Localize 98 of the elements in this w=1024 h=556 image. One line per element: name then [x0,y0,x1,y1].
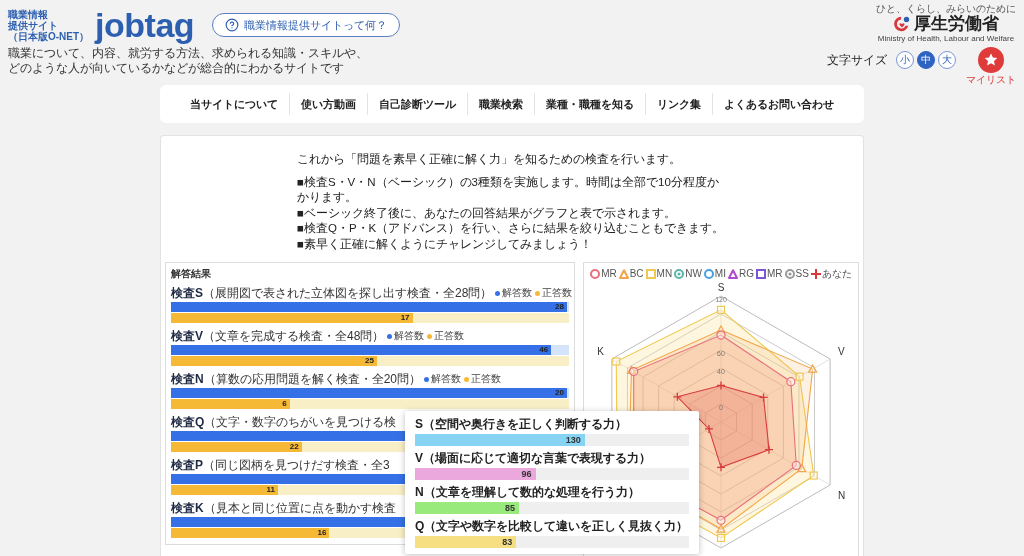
triangle-marker [796,463,807,473]
nav-link[interactable]: 自己診断ツール [368,97,467,111]
legend-label: 解答数 [394,330,425,342]
nav-link[interactable]: 業種・職種を知る [535,97,645,111]
circle-marker [716,515,726,525]
legend-label: 正答数 [471,373,502,385]
triangle-marker [715,523,727,533]
site-tagline: 職業について、内容、就労する方法、求められる知識・スキルや、 [8,46,369,61]
ability-label: V（場面に応じて適切な言葉で表現する力） [415,451,652,466]
bar-value: 25 [365,356,374,366]
emblem-icon [893,15,911,33]
axis-label: S [717,282,725,293]
plus-marker [704,424,714,434]
axis-label: V [838,346,845,357]
intro-note: ■素早く正確に解くようにチャレンジしてみましょう！ [297,236,593,252]
axis-label: N [838,490,846,501]
mylist-button[interactable]: マイリスト [966,47,1016,86]
square-marker [716,533,726,542]
nav-link[interactable]: 当サイトについて [179,97,289,111]
square-marker [809,471,818,480]
logo-caption: 提供サイト [8,19,59,31]
bar-value: 11 [266,485,275,495]
legend-label: 解答数 [431,373,462,385]
square-marker [716,305,726,314]
ability-value: 83 [502,536,513,548]
test-name: 検査N [171,372,204,386]
circle-marker [791,460,801,471]
test-name: 検査Q [171,415,205,429]
ability-value: 96 [521,468,532,480]
legend-label: RG [738,268,754,280]
test-name: 検査P [171,458,203,472]
test-description: （算数の応用問題を解く検査・全20問） [203,372,422,386]
plus-marker [716,380,726,391]
test-description: （見本と同じ位置に点を動かす検査 [203,501,396,515]
test-name: 検査K [171,501,204,515]
square-marker [612,357,621,366]
circle-marker [716,330,726,340]
font-size-option[interactable]: 小 [896,51,914,69]
ability-label: S（空間や奥行きを正しく判断する力） [415,417,628,432]
test-description: （文章を完成する検査・全48問） [203,329,385,343]
test-name: 検査V [171,329,203,343]
ministry-name: 厚生労働省 [914,14,999,34]
logo-wordmark: jobtag [95,7,195,43]
font-size-option[interactable]: 大 [938,51,956,69]
intro-lead: これから「問題を素早く正確に解く力」を知るための検査を行います。 [297,152,682,167]
nav-link[interactable]: よくあるお問い合わせ [713,97,845,111]
bar-value: 28 [555,302,564,312]
ability-label: N（文章を理解して数的な処理を行う力） [415,485,641,500]
nav-link[interactable]: 使い方動画 [290,97,367,111]
plus-marker [764,445,774,455]
font-size-label: 文字サイズ [827,53,887,67]
plus-marker [716,462,726,472]
ministry-english-name: Ministry of Health, Labour and Welfare [877,34,1015,43]
plus-marker [672,392,682,402]
font-size-option[interactable]: 中 [917,51,935,69]
intro-note: ■ベーシック終了後に、あなたの回答結果がグラフと表で示されます。 [297,205,677,221]
legend-label: MN [656,268,673,280]
test-description: （同じ図柄を見つけだす検査・全3 [203,458,390,472]
legend-label: MI [714,268,726,280]
intro-note: ■検査S・V・N（ベーシック）の3種類を実施します。時間は全部で10分程度かかります。 [297,174,720,205]
nav-link[interactable]: 職業検索 [468,97,534,111]
test-name: 検査S [171,286,203,300]
site-tagline: どのような人が向いているかなどが総合的にわかるサイトです [8,61,345,76]
legend-label: NW [685,268,702,280]
legend-label: 解答数 [502,287,533,299]
ministry-motto: ひと、くらし、みらいのために [876,3,1016,14]
bar-value: 17 [400,313,410,323]
legend-label: MR [601,268,617,280]
triangle-marker [715,324,727,334]
test-description: （文字・数字のちがいを見つける検 [204,415,397,429]
results-title: 解答結果 [171,268,212,280]
ability-value: 130 [565,434,581,446]
about-site-button[interactable]: 職業情報提供サイトって何？ [212,13,401,37]
logo-caption: 職業情報 [8,8,49,20]
circle-marker [629,367,639,377]
bar-value: 22 [289,442,299,452]
ability-value: 85 [505,502,516,514]
legend-label: 正答数 [434,330,465,342]
bar-value: 6 [282,399,287,409]
bar-value: 46 [539,345,549,355]
bar-value: 16 [317,528,327,538]
ability-label: Q（文字や数字を比較して違いを正しく見抜く力） [415,519,689,534]
help-icon [225,18,240,32]
intro-note: ■検査Q・P・K（アドバンス）を行い、さらに結果を絞り込むこともできます。 [297,221,726,236]
test-description: （展開図で表された立体図を探し出す検査・全28問） [203,286,493,300]
logo-caption: （日本版O-NET） [8,30,90,42]
legend-label: 正答数 [542,287,573,299]
plus-marker [758,392,769,403]
square-marker [795,372,804,381]
triangle-marker [807,363,818,373]
circle-marker [786,377,796,387]
nav-link[interactable]: リンク集 [646,97,712,111]
axis-label: K [597,346,604,357]
bar-value: 20 [555,388,564,398]
legend-label: あなた [821,268,852,280]
legend-label: BC [629,268,644,280]
legend-label: MR [766,268,783,280]
legend-label: SS [795,268,809,280]
